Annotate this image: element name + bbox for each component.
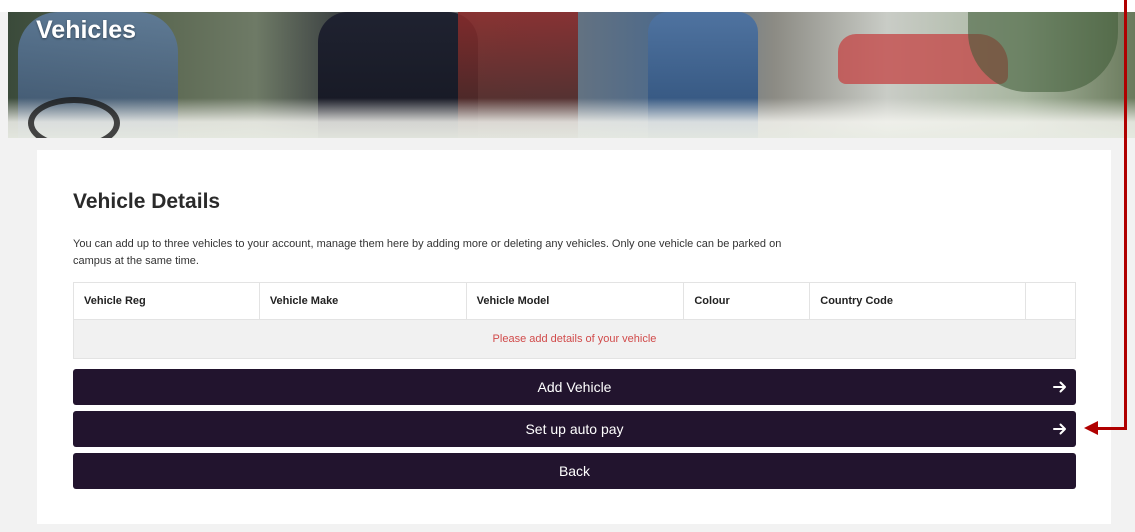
- arrow-right-icon: [1052, 419, 1068, 439]
- column-header: Vehicle Make: [258, 282, 467, 320]
- top-strip: [0, 0, 1135, 12]
- column-header: Colour: [683, 282, 811, 320]
- annotation-arrow-icon: [1084, 421, 1098, 435]
- vehicles-table: Vehicle Reg Vehicle Make Vehicle Model C…: [73, 282, 1076, 359]
- back-button[interactable]: Back: [73, 453, 1076, 489]
- arrow-right-icon: [1052, 377, 1068, 397]
- add-vehicle-label: Add Vehicle: [537, 379, 612, 395]
- column-header: Vehicle Model: [465, 282, 685, 320]
- table-row: Please add details of your vehicle: [73, 319, 1076, 359]
- intro-text: You can add up to three vehicles to your…: [73, 238, 782, 267]
- table-header-row: Vehicle Reg Vehicle Make Vehicle Model C…: [73, 282, 1076, 320]
- section-title: Vehicle Details: [73, 190, 221, 213]
- back-label: Back: [558, 463, 591, 479]
- vehicle-details-card: Vehicle Details You can add up to three …: [37, 150, 1111, 524]
- annotation-arrow-icon: [1094, 427, 1127, 430]
- page-title: Vehicles: [36, 16, 137, 44]
- column-header: Vehicle Reg: [73, 282, 260, 320]
- empty-table-message: Please add details of your vehicle: [73, 319, 1076, 359]
- set-up-auto-pay-button[interactable]: Set up auto pay: [73, 411, 1076, 447]
- add-vehicle-button[interactable]: Add Vehicle: [73, 369, 1076, 405]
- auto-pay-label: Set up auto pay: [525, 421, 624, 437]
- annotation-arrow-icon: [1124, 0, 1127, 429]
- column-header: Country Code: [809, 282, 1027, 320]
- hero-banner: [8, 12, 1135, 138]
- column-header-actions: [1025, 282, 1076, 320]
- hero-image-shape: [8, 98, 1135, 138]
